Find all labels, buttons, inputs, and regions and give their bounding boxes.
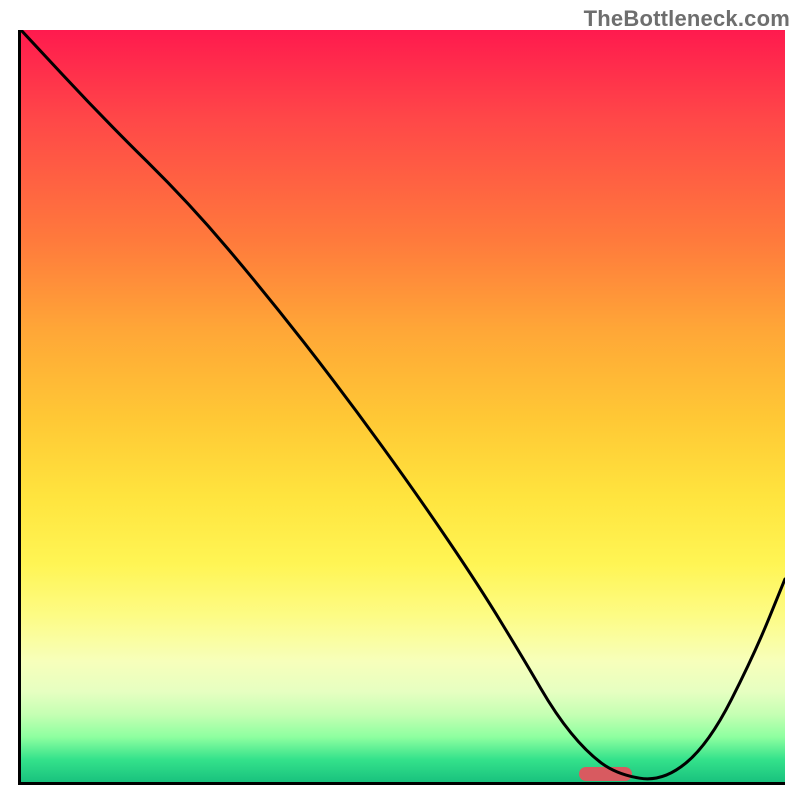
curve-path (21, 30, 785, 779)
plot-area (18, 30, 785, 785)
chart-container: TheBottleneck.com (0, 0, 800, 800)
watermark-label: TheBottleneck.com (584, 6, 790, 32)
bottleneck-curve (21, 30, 785, 782)
